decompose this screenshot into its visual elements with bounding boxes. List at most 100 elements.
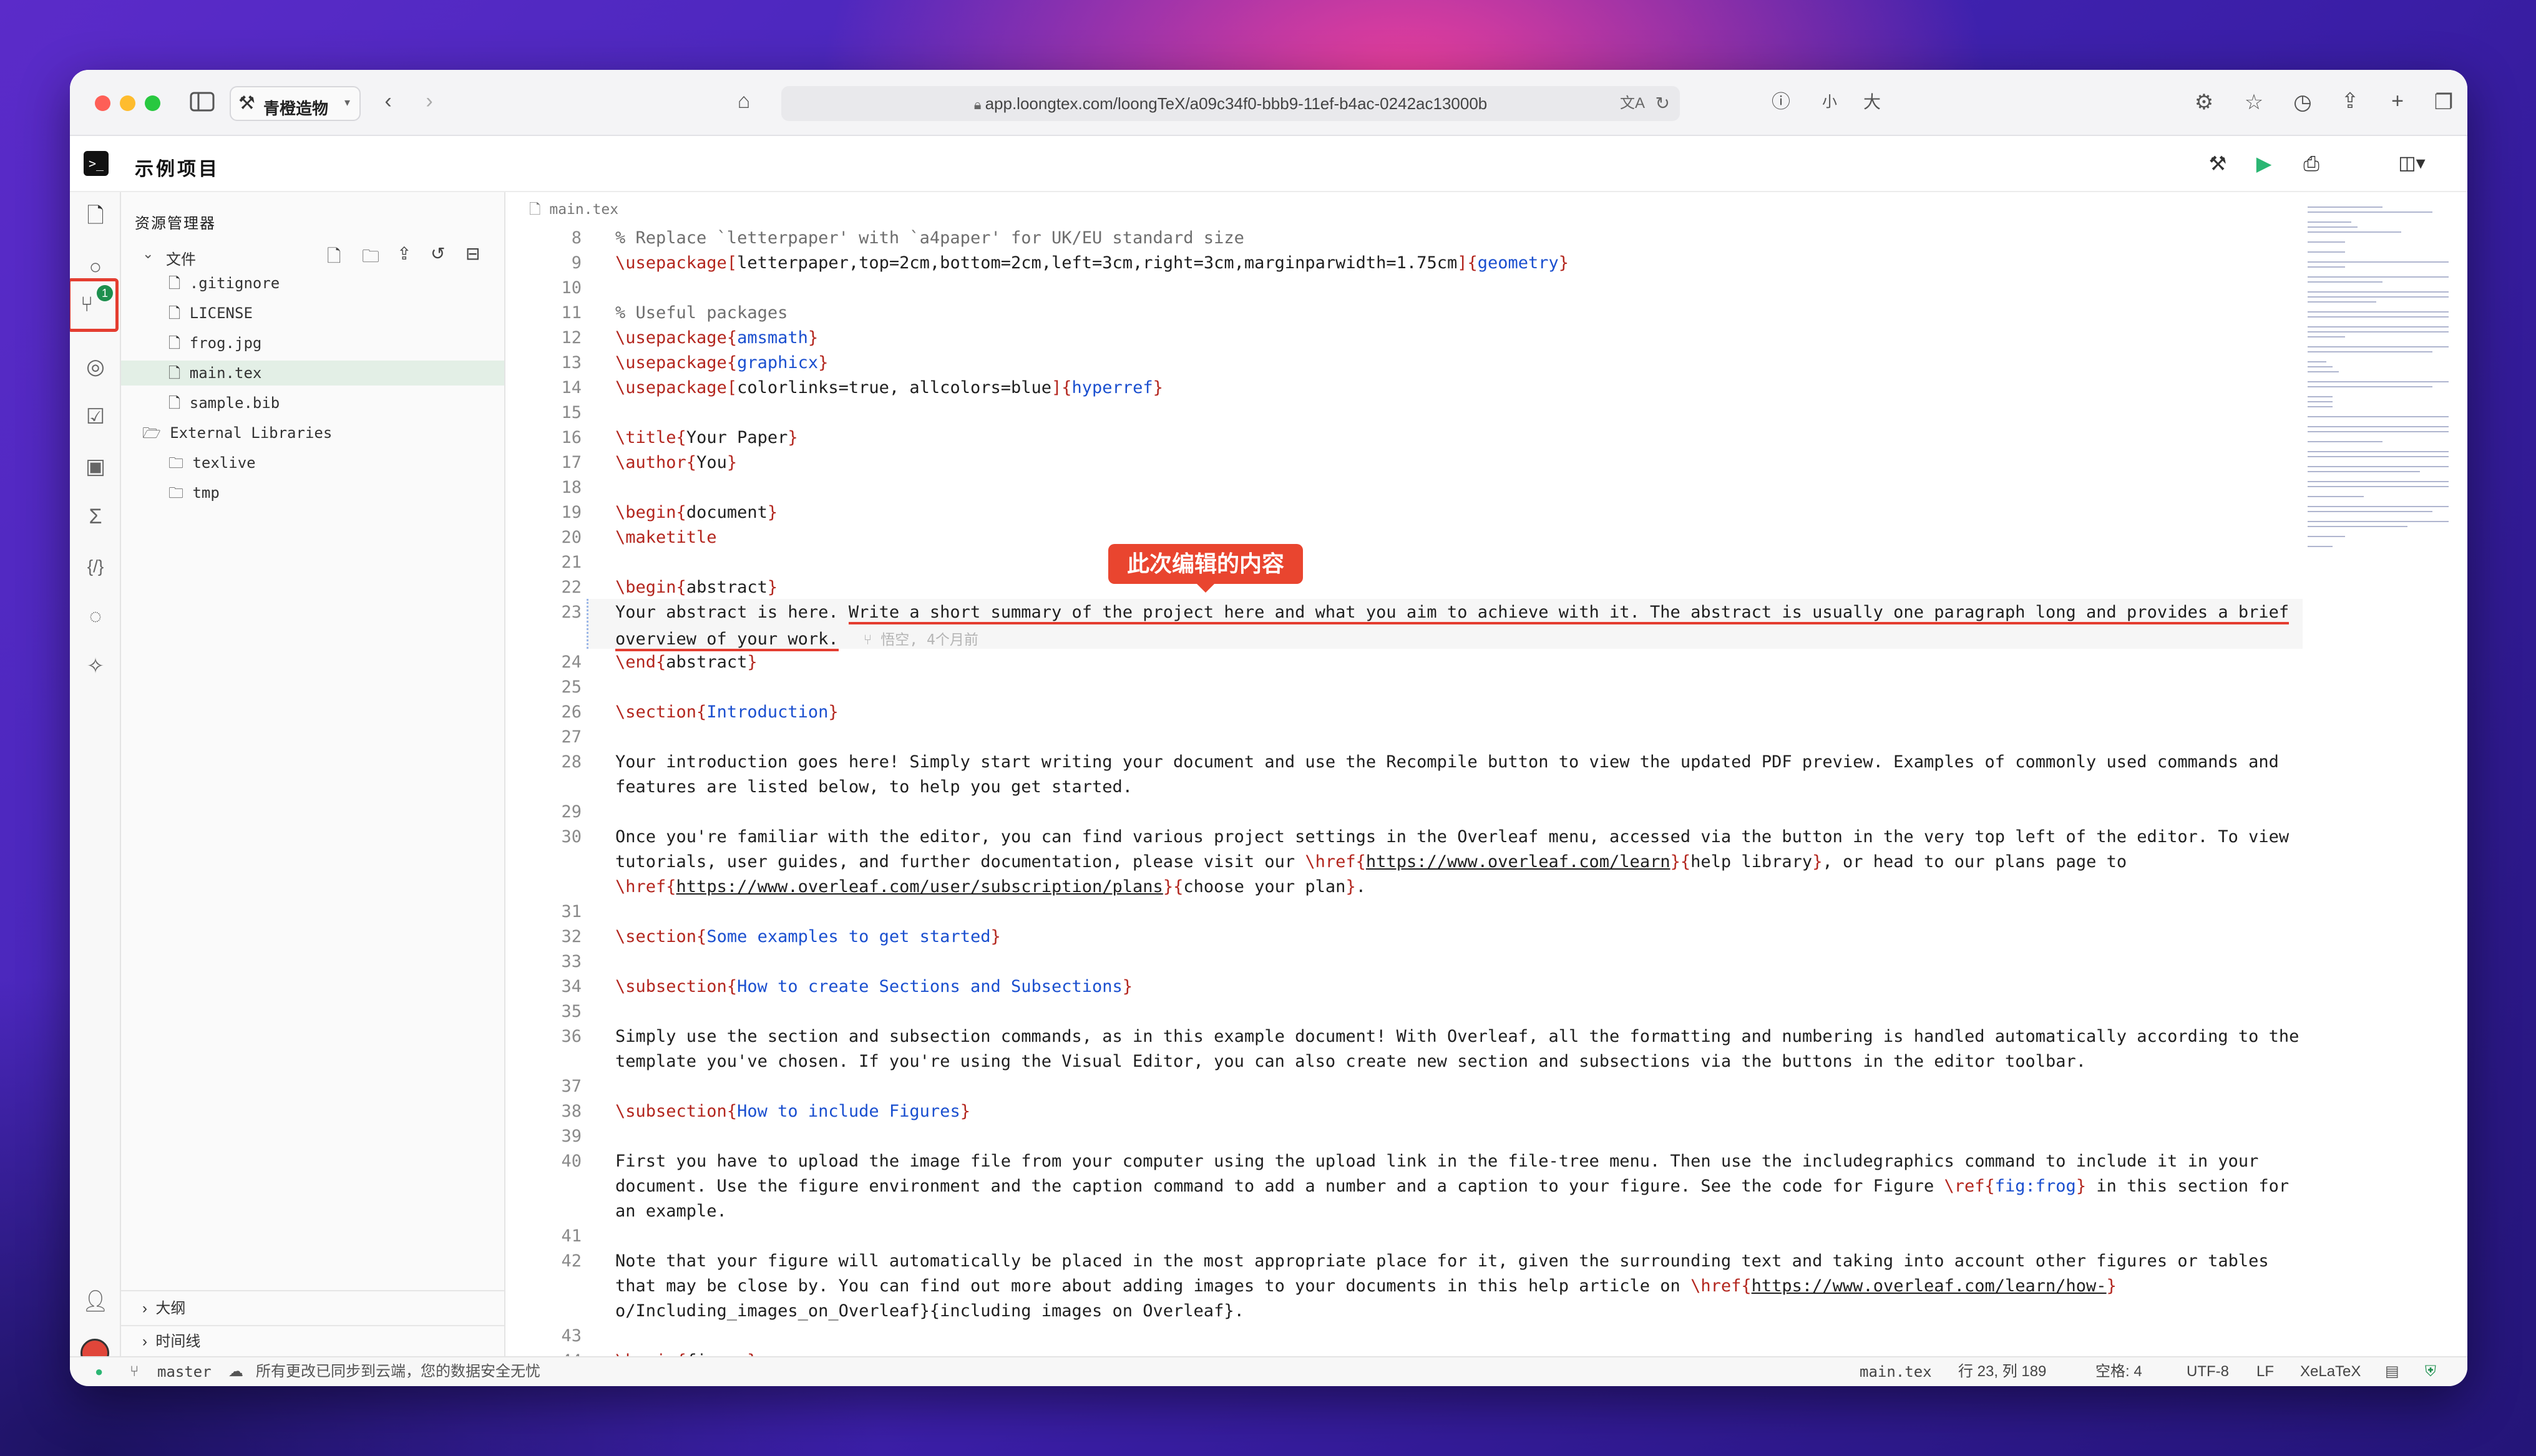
build-tools-icon[interactable]: ⚒: [2204, 151, 2231, 176]
minimap[interactable]: [2308, 203, 2451, 609]
source-control-button[interactable]: ⑂ 1: [70, 278, 119, 332]
folder-item-texlive[interactable]: 🗀︎ texlive: [121, 450, 504, 475]
code-line[interactable]: First you have to upload the image file …: [615, 1152, 2258, 1171]
document-icon[interactable]: ▤: [2385, 1357, 2399, 1386]
branch-name[interactable]: master: [157, 1357, 212, 1386]
line-number: 13: [561, 353, 582, 372]
encoding[interactable]: UTF-8: [2187, 1357, 2229, 1386]
code-line[interactable]: Simply use the section and subsection co…: [615, 1027, 2299, 1046]
font-small-button[interactable]: 小: [1817, 90, 1842, 115]
code-line[interactable]: template you've chosen. If you're using …: [615, 1052, 2086, 1071]
code-line[interactable]: \usepackage{graphicx}: [615, 353, 828, 372]
share-icon[interactable]: ⇪: [2336, 89, 2364, 114]
new-tab-icon[interactable]: +: [2384, 89, 2411, 114]
checklist-icon[interactable]: ☑: [77, 398, 114, 435]
code-line[interactable]: an example.: [615, 1201, 727, 1221]
code-line[interactable]: Once you're familiar with the editor, yo…: [615, 827, 2289, 847]
reload-icon[interactable]: ↻: [1656, 86, 1670, 121]
status-file[interactable]: main.tex: [1860, 1357, 1932, 1386]
translate-icon[interactable]: 文A: [1620, 86, 1645, 121]
chat-icon[interactable]: ◌: [77, 598, 114, 635]
outline-section[interactable]: › 大纲: [121, 1290, 504, 1325]
code-editor[interactable]: 🗋︎ main.tex 8 % Replace `letterpaper' wit…: [505, 192, 2467, 1356]
star-icon[interactable]: ☆: [2240, 90, 2268, 115]
code-line[interactable]: % Replace `letterpaper' with `a4paper' f…: [615, 228, 1244, 248]
code-area[interactable]: 8 % Replace `letterpaper' with `a4paper' …: [505, 217, 2303, 1356]
tex-engine[interactable]: XeLaTeX: [2300, 1357, 2361, 1386]
ai-sparkle-icon[interactable]: ✧: [77, 648, 114, 685]
code-line[interactable]: % Useful packages: [615, 303, 788, 323]
code-line[interactable]: \usepackage[colorlinks=true, allcolors=b…: [615, 378, 1163, 397]
code-line[interactable]: \author{You}: [615, 453, 737, 472]
compile-icon[interactable]: ◎: [77, 348, 114, 386]
minimize-window-button[interactable]: [120, 95, 135, 111]
code-line[interactable]: \section{Introduction}: [615, 702, 839, 722]
folder-item-tmp[interactable]: 🗀︎ tmp: [121, 480, 504, 505]
sidebar-toggle-icon[interactable]: [188, 91, 216, 118]
code-line[interactable]: tutorials, user guides, and further docu…: [615, 852, 2127, 871]
code-line[interactable]: \section{Some examples to get started}: [615, 927, 1001, 946]
code-line[interactable]: o/Including_images_on_Overleaf}{includin…: [615, 1301, 1244, 1321]
file-item-license[interactable]: 🗋︎ LICENSE: [121, 301, 504, 326]
new-folder-icon[interactable]: 🗀︎: [362, 243, 379, 273]
font-large-button[interactable]: 大: [1860, 90, 1885, 115]
browser-tab-group[interactable]: ⚒ 青橙造物 ▾: [230, 86, 361, 121]
file-item-frog[interactable]: 🗋︎ frog.jpg: [121, 331, 504, 356]
line-number: 35: [561, 1002, 582, 1021]
external-libraries[interactable]: 🗁︎ External Libraries: [121, 420, 504, 445]
history-icon[interactable]: ◷: [2289, 90, 2316, 115]
symbol-icon[interactable]: Σ: [77, 498, 114, 535]
layout-split-icon[interactable]: ◫▾: [2390, 151, 2434, 176]
code-line[interactable]: Note that your figure will automatically…: [615, 1251, 2269, 1271]
code-line[interactable]: \begin{document}: [615, 503, 778, 522]
code-line[interactable]: \title{Your Paper}: [615, 428, 798, 447]
timeline-section[interactable]: › 时间线: [121, 1325, 504, 1356]
line-ending[interactable]: LF: [2256, 1357, 2274, 1386]
zoom-window-button[interactable]: [145, 95, 160, 111]
files-icon[interactable]: 🗋︎: [77, 197, 114, 235]
close-window-button[interactable]: [95, 95, 110, 111]
file-name: .gitignore: [189, 274, 280, 292]
upload-icon[interactable]: ⇪: [397, 243, 411, 264]
line-number: 22: [561, 578, 582, 597]
code-line[interactable]: Your introduction goes here! Simply star…: [615, 752, 2279, 772]
code-line[interactable]: \end{abstract}: [615, 653, 758, 672]
back-icon[interactable]: ‹: [376, 89, 401, 114]
address-bar[interactable]: 🔒︎ app.loongtex.com/loongTeX/a09c34f0-bb…: [781, 86, 1680, 121]
indent-setting[interactable]: 空格: 4: [2095, 1357, 2142, 1386]
folder-files[interactable]: ⌄ 文件 🗋︎ 🗀︎ ⇪ ↺ ⊟: [121, 242, 504, 268]
forward-icon[interactable]: ›: [417, 89, 442, 114]
collapse-all-icon[interactable]: ⊟: [466, 243, 480, 264]
file-item-sample-bib[interactable]: 🗋︎ sample.bib: [121, 391, 504, 415]
image-icon[interactable]: ▣: [77, 448, 114, 485]
code-line[interactable]: \begin{figure}: [615, 1351, 758, 1356]
code-line[interactable]: \begin{abstract}: [615, 578, 778, 597]
file-item-main-tex[interactable]: 🗋︎ main.tex: [121, 361, 504, 386]
code-line[interactable]: \usepackage[letterpaper,top=2cm,bottom=2…: [615, 253, 1569, 273]
code-line[interactable]: Your abstract is here. Write a short sum…: [615, 603, 2290, 624]
print-icon[interactable]: ⎙: [2298, 151, 2325, 176]
terminal-logo-icon[interactable]: >_: [84, 151, 109, 176]
cursor-position[interactable]: 行 23, 列 189: [1958, 1357, 2046, 1386]
code-line[interactable]: \subsection{How to create Sections and S…: [615, 977, 1133, 996]
tabs-overview-icon[interactable]: ❐: [2430, 90, 2457, 115]
new-file-icon[interactable]: 🗋︎: [327, 243, 341, 273]
code-line[interactable]: \maketitle: [615, 528, 717, 547]
home-icon[interactable]: ⌂: [730, 89, 758, 114]
code-line[interactable]: \href{https://www.overleaf.com/user/subs…: [615, 877, 1366, 896]
edited-text-highlight: overview of your work.: [615, 629, 839, 651]
code-line[interactable]: features are listed below, to help you g…: [615, 777, 1133, 797]
compile-play-icon[interactable]: ▶: [2250, 151, 2278, 176]
add-user-icon[interactable]: 👤︎: [77, 1283, 114, 1320]
file-item-gitignore[interactable]: 🗋︎ .gitignore: [121, 271, 504, 296]
project-title: 示例项目: [135, 159, 220, 180]
info-icon[interactable]: ⓘ: [1767, 90, 1795, 115]
code-line[interactable]: \usepackage{amsmath}: [615, 328, 818, 347]
code-line[interactable]: document. Use the figure environment and…: [615, 1177, 2289, 1196]
gear-icon[interactable]: ⚙: [2190, 90, 2218, 115]
refresh-icon[interactable]: ↺: [431, 243, 445, 264]
code-line[interactable]: overview of your work. ⑂ 悟空, 4个月前: [615, 628, 978, 651]
code-line[interactable]: \subsection{How to include Figures}: [615, 1102, 970, 1121]
code-braces-icon[interactable]: {/}: [77, 548, 114, 585]
code-line[interactable]: that may be close by. You can find out m…: [615, 1276, 2117, 1296]
